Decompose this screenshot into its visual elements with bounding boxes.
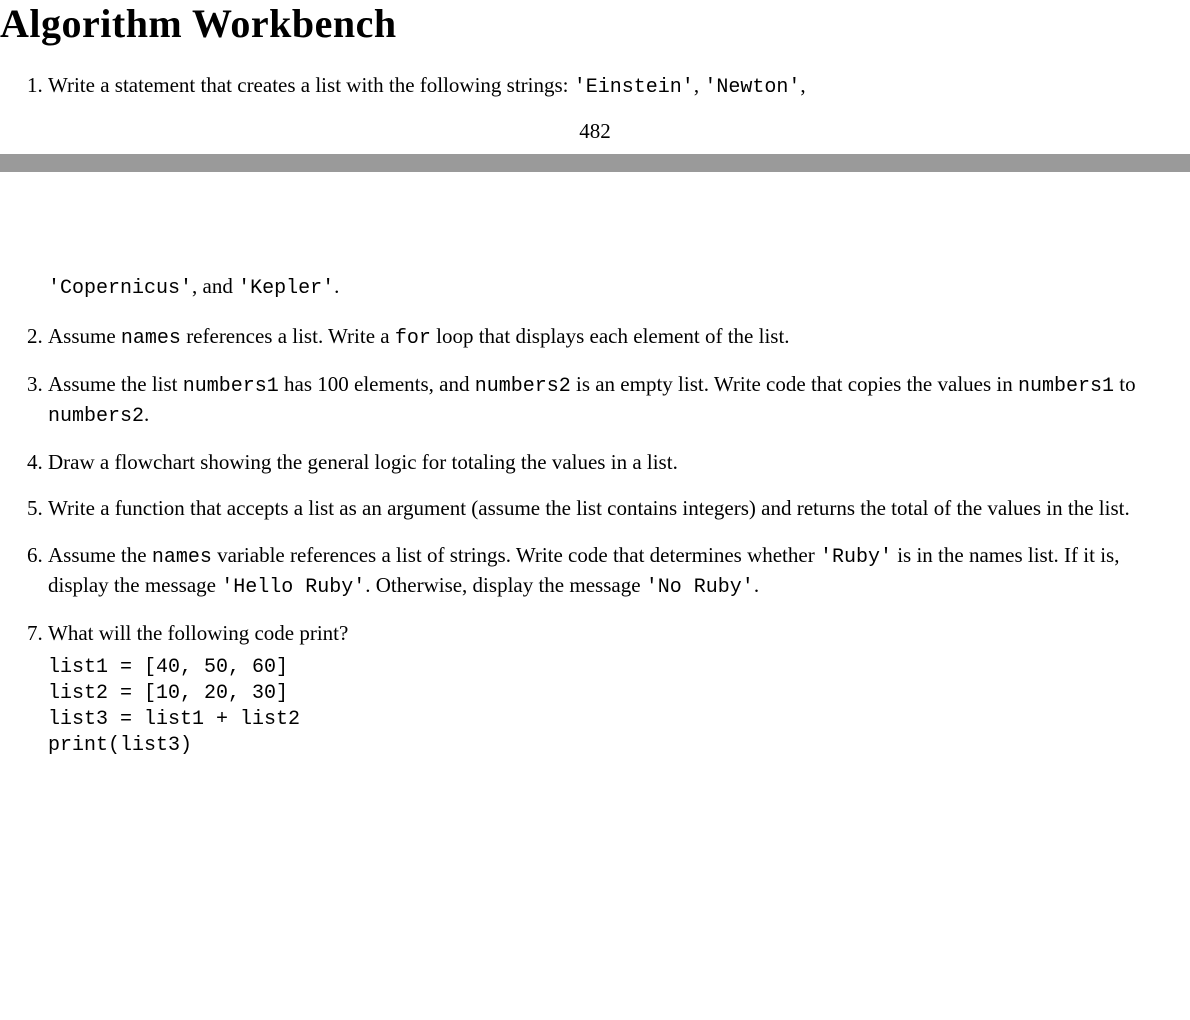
q6-text-a: Assume the	[48, 543, 152, 567]
q6-text-e: .	[754, 573, 759, 597]
question-3: Assume the list numbers1 has 100 element…	[48, 370, 1190, 430]
question-list-top: Write a statement that creates a list wi…	[0, 71, 1190, 101]
question-list-bottom: Assume names references a list. Write a …	[0, 322, 1190, 759]
q3-text-d: to	[1114, 372, 1136, 396]
q1-code-einstein: 'Einstein'	[574, 76, 694, 99]
q6-text-d: . Otherwise, display the message	[365, 573, 646, 597]
q3-code-numbers1-b: numbers1	[1018, 375, 1114, 398]
q6-code-ruby: 'Ruby'	[820, 546, 892, 569]
question-5: Write a function that accepts a list as …	[48, 494, 1190, 522]
q1-sep-a: ,	[694, 73, 705, 97]
q4-text: Draw a flowchart showing the general log…	[48, 450, 678, 474]
page-number: 482	[0, 119, 1190, 144]
question-7: What will the following code print? list…	[48, 619, 1190, 759]
q1-sep-b: ,	[800, 73, 805, 97]
q2-code-for: for	[395, 327, 431, 350]
question-4: Draw a flowchart showing the general log…	[48, 448, 1190, 476]
q2-code-names: names	[121, 327, 181, 350]
q6-code-hello-ruby: 'Hello Ruby'	[221, 576, 365, 599]
question-1-continuation: 'Copernicus', and 'Kepler'.	[48, 272, 1190, 302]
page-break-bar	[0, 154, 1190, 172]
q1-cont-text-a: , and	[192, 274, 238, 298]
page-break-spacer	[0, 172, 1190, 272]
q3-text-b: has 100 elements, and	[279, 372, 475, 396]
q7-code-block: list1 = [40, 50, 60] list2 = [10, 20, 30…	[48, 655, 1150, 759]
question-6: Assume the names variable references a l…	[48, 541, 1190, 601]
q3-code-numbers2-a: numbers2	[475, 375, 571, 398]
q3-code-numbers2-b: numbers2	[48, 405, 144, 428]
q7-text: What will the following code print?	[48, 621, 348, 645]
q3-text-e: .	[144, 402, 149, 426]
question-1: Write a statement that creates a list wi…	[48, 71, 1190, 101]
q3-code-numbers1-a: numbers1	[183, 375, 279, 398]
question-2: Assume names references a list. Write a …	[48, 322, 1190, 352]
q1-cont-text-b: .	[334, 274, 339, 298]
q2-text-c: loop that displays each element of the l…	[431, 324, 790, 348]
q2-text-a: Assume	[48, 324, 121, 348]
q3-text-a: Assume the list	[48, 372, 183, 396]
q3-text-c: is an empty list. Write code that copies…	[571, 372, 1018, 396]
q1-code-kepler: 'Kepler'	[238, 277, 334, 300]
q6-code-names: names	[152, 546, 212, 569]
q6-text-b: variable references a list of strings. W…	[212, 543, 820, 567]
q1-text-a: Write a statement that creates a list wi…	[48, 73, 574, 97]
q2-text-b: references a list. Write a	[181, 324, 395, 348]
q6-code-no-ruby: 'No Ruby'	[646, 576, 754, 599]
section-title: Algorithm Workbench	[0, 0, 1190, 51]
q5-text: Write a function that accepts a list as …	[48, 496, 1130, 520]
page-body: Algorithm Workbench Write a statement th…	[0, 0, 1190, 759]
q1-code-newton: 'Newton'	[704, 76, 800, 99]
q1-code-copernicus: 'Copernicus'	[48, 277, 192, 300]
